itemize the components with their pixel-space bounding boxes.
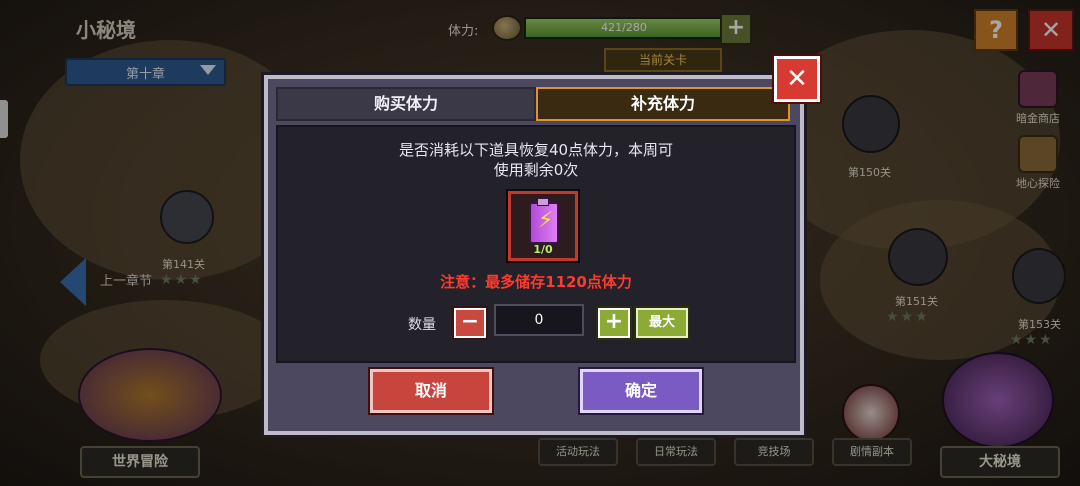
quantity-label: 数量: [408, 317, 436, 333]
increase-button[interactable]: +: [598, 308, 630, 338]
desc-line-2: 使用剩余0次: [493, 161, 579, 179]
cancel-button[interactable]: 取消: [370, 369, 492, 413]
tab-refill-stamina[interactable]: 补充体力: [536, 87, 790, 121]
tab-buy-stamina[interactable]: 购买体力: [276, 87, 536, 121]
battery-cap: [537, 198, 549, 206]
confirm-button[interactable]: 确定: [580, 369, 702, 413]
battery-icon: ⚡: [529, 202, 559, 244]
item-slot[interactable]: ⚡ 1/0: [508, 191, 578, 261]
quantity-input[interactable]: 0: [494, 304, 584, 336]
desc-line-1: 是否消耗以下道具恢复40点体力，本周可: [398, 141, 674, 159]
stamina-dialog: 购买体力 补充体力 是否消耗以下道具恢复40点体力，本周可 使用剩余0次 ⚡ 1…: [264, 75, 804, 435]
decrease-button[interactable]: −: [454, 308, 486, 338]
warning-text: 注意：最多储存1120点体力: [440, 273, 632, 291]
dialog-content: 是否消耗以下道具恢复40点体力，本周可 使用剩余0次 ⚡ 1/0 注意：最多储存…: [276, 125, 796, 363]
dialog-close-button[interactable]: ✕: [774, 56, 820, 102]
lightning-icon: ⚡: [538, 208, 554, 233]
max-button[interactable]: 最大: [636, 308, 688, 338]
item-count: 1/0: [533, 243, 553, 256]
